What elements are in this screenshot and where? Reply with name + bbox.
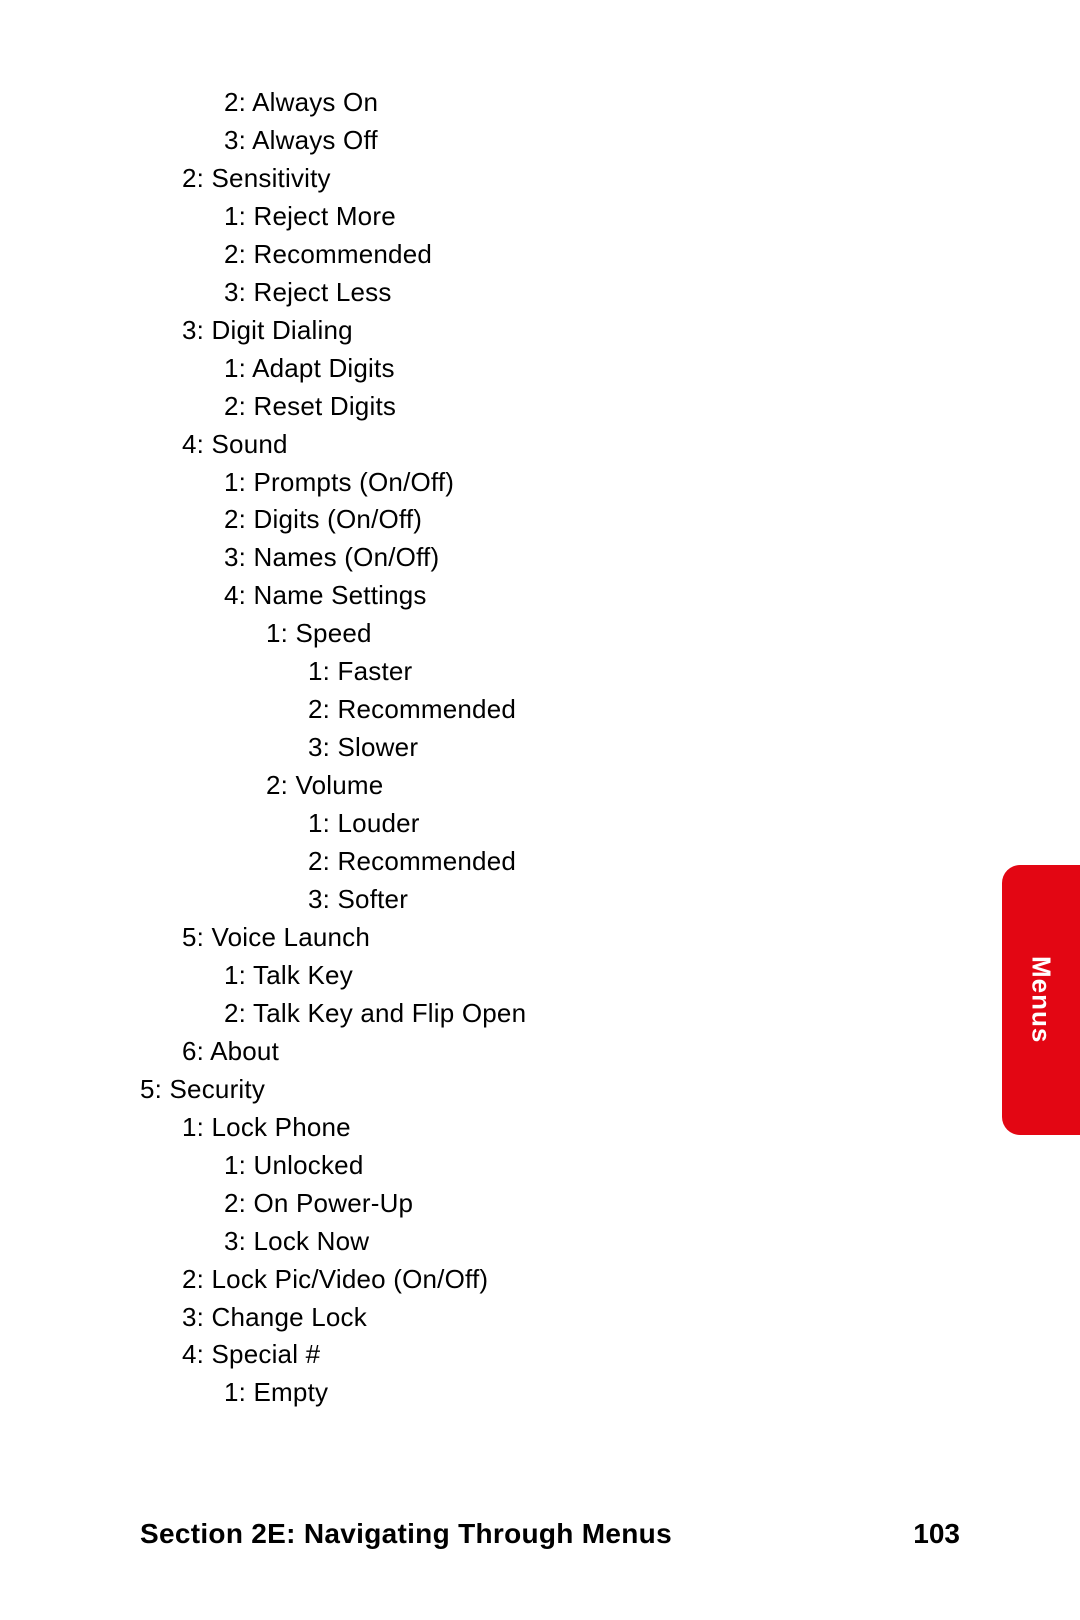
side-tab: Menus [1002,865,1080,1135]
menu-line: 3: Softer [308,881,900,919]
menu-line: 6: About [182,1033,900,1071]
menu-line: 1: Prompts (On/Off) [224,464,900,502]
menu-line: 5: Voice Launch [182,919,900,957]
menu-line: 2: Always On [224,84,900,122]
menu-line: 2: Reset Digits [224,388,900,426]
menu-line: 2: Sensitivity [182,160,900,198]
menu-line: 3: Names (On/Off) [224,539,900,577]
menu-line: 3: Lock Now [224,1223,900,1261]
footer-page-number: 103 [913,1518,960,1550]
menu-line: 2: Recommended [308,691,900,729]
menu-line: 2: Lock Pic/Video (On/Off) [182,1261,900,1299]
menu-line: 3: Slower [308,729,900,767]
menu-line: 3: Always Off [224,122,900,160]
menu-line: 1: Faster [308,653,900,691]
menu-line: 1: Reject More [224,198,900,236]
menu-line: 1: Talk Key [224,957,900,995]
menu-line: 2: Digits (On/Off) [224,501,900,539]
menu-line: 3: Digit Dialing [182,312,900,350]
menu-line: 1: Speed [266,615,900,653]
menu-line: 1: Louder [308,805,900,843]
menu-line: 2: On Power-Up [224,1185,900,1223]
menu-line: 5: Security [140,1071,900,1109]
menu-line: 4: Name Settings [224,577,900,615]
menu-line: 3: Change Lock [182,1299,900,1337]
page-footer: Section 2E: Navigating Through Menus 103 [140,1518,960,1550]
menu-line: 2: Talk Key and Flip Open [224,995,900,1033]
menu-line: 2: Volume [266,767,900,805]
menu-line: 1: Adapt Digits [224,350,900,388]
menu-line: 1: Lock Phone [182,1109,900,1147]
menu-line: 2: Recommended [308,843,900,881]
menu-line: 2: Recommended [224,236,900,274]
menu-line: 1: Unlocked [224,1147,900,1185]
menu-line: 3: Reject Less [224,274,900,312]
footer-section-title: Section 2E: Navigating Through Menus [140,1518,672,1550]
menu-line: 1: Empty [224,1374,900,1412]
menu-line: 4: Sound [182,426,900,464]
side-tab-label: Menus [1026,956,1057,1043]
menu-content: 2: Always On3: Always Off2: Sensitivity1… [140,84,900,1412]
menu-line: 4: Special # [182,1336,900,1374]
